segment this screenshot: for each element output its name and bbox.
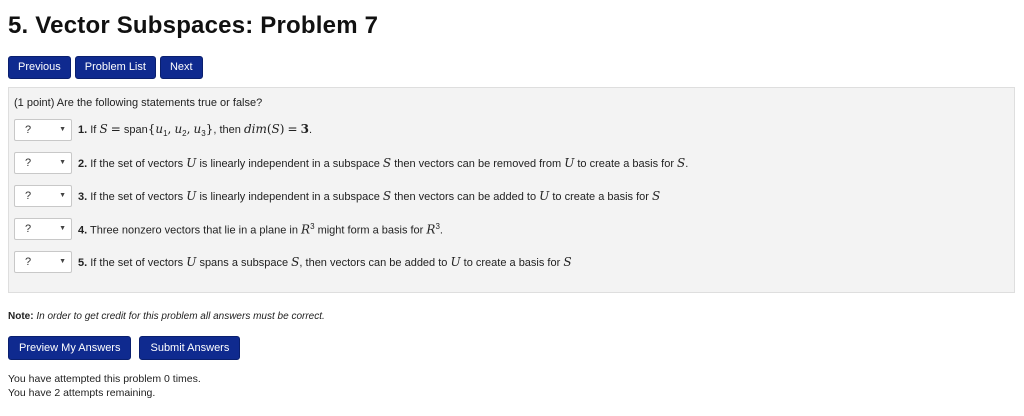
answer-select-2[interactable]: ? ▼ (14, 152, 72, 174)
question-text-5: 5. If the set of vectors U spans a subsp… (78, 255, 572, 269)
chevron-down-icon: ▼ (59, 258, 66, 265)
page-title: 5. Vector Subspaces: Problem 7 (8, 12, 379, 39)
question-text-3: 3. If the set of vectors U is linearly i… (78, 189, 661, 203)
question-row-2: ? ▼ 2. If the set of vectors U is linear… (14, 152, 1009, 174)
chevron-down-icon: ▼ (59, 225, 66, 232)
problem-intro: (1 point) Are the following statements t… (14, 97, 263, 109)
note-label: Note: (8, 311, 34, 322)
chevron-down-icon: ▼ (59, 159, 66, 166)
answer-select-1-value: ? (25, 124, 32, 136)
answer-select-3[interactable]: ? ▼ (14, 185, 72, 207)
question-text-2: 2. If the set of vectors U is linearly i… (78, 156, 689, 170)
question-text-4: 4. Three nonzero vectors that lie in a p… (78, 221, 443, 237)
previous-button[interactable]: Previous (8, 56, 71, 79)
submit-answers-button[interactable]: Submit Answers (139, 336, 241, 360)
problem-page: 5. Vector Subspaces: Problem 7 Previous … (0, 0, 1024, 416)
problem-nav: Previous Problem List Next (8, 56, 1024, 79)
answer-actions: Preview My Answers Submit Answers (8, 336, 1024, 360)
problem-body: (1 point) Are the following statements t… (8, 87, 1015, 293)
preview-answers-button[interactable]: Preview My Answers (8, 336, 132, 360)
next-button[interactable]: Next (159, 56, 203, 79)
attempt-status: You have attempted this problem 0 times.… (8, 372, 1024, 400)
credit-note: Note: In order to get credit for this pr… (8, 310, 1024, 324)
question-row-4: ? ▼ 4. Three nonzero vectors that lie in… (14, 218, 1009, 240)
chevron-down-icon: ▼ (59, 192, 66, 199)
answer-select-4[interactable]: ? ▼ (14, 218, 72, 240)
note-text: In order to get credit for this problem … (36, 311, 325, 322)
answer-select-5[interactable]: ? ▼ (14, 251, 72, 273)
chevron-down-icon: ▼ (59, 126, 66, 133)
question-row-3: ? ▼ 3. If the set of vectors U is linear… (14, 185, 1009, 207)
answer-select-4-value: ? (25, 223, 32, 235)
attempts-remaining: You have 2 attempts remaining. (8, 387, 156, 399)
problem-list-button[interactable]: Problem List (74, 56, 156, 79)
answer-select-5-value: ? (25, 256, 32, 268)
answer-select-2-value: ? (25, 157, 32, 169)
answer-select-3-value: ? (25, 190, 32, 202)
attempted-count: You have attempted this problem 0 times. (8, 373, 201, 385)
question-text-1: 1. If S = span{u1, u2, u3}, then dim(S) … (78, 121, 313, 139)
question-row-1: ? ▼ 1. If S = span{u1, u2, u3}, then dim… (14, 119, 1009, 141)
answer-select-1[interactable]: ? ▼ (14, 119, 72, 141)
question-row-5: ? ▼ 5. If the set of vectors U spans a s… (14, 251, 1009, 273)
